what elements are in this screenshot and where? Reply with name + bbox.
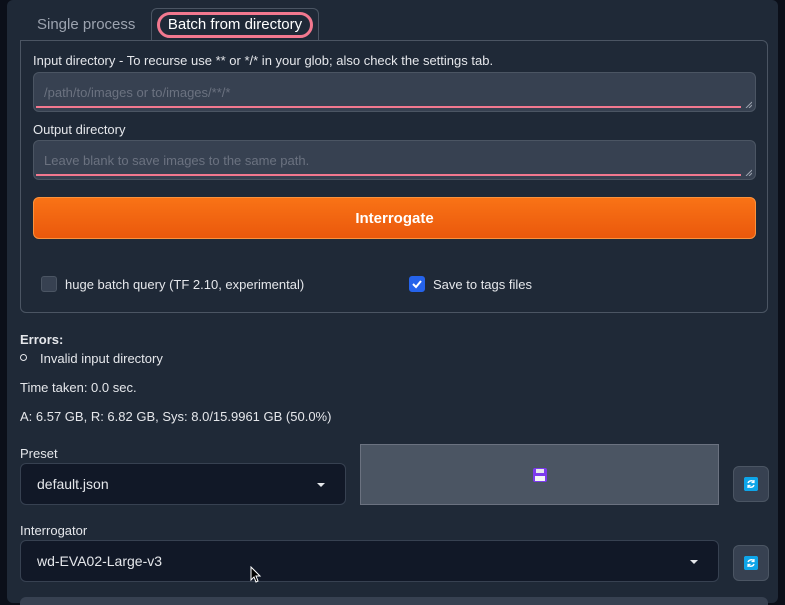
preset-label: Preset [20,446,58,461]
huge-batch-label: huge batch query (TF 2.10, experimental) [65,277,305,292]
resize-grip-icon[interactable] [744,168,752,176]
tab-batch-from-directory[interactable]: Batch from directory [151,8,319,40]
memory-usage: A: 6.57 GB, R: 6.82 GB, Sys: 8.0/15.9961… [20,409,332,424]
save-tags-checkbox[interactable] [409,276,425,292]
interrogate-button[interactable]: Interrogate [33,197,756,239]
input-directory-label: Input directory - To recurse use ** or *… [33,53,494,68]
refresh-icon [744,477,758,491]
mouse-cursor-icon [250,566,262,583]
next-section-edge [20,597,768,605]
tab-batch-label: Batch from directory [157,12,313,38]
save-preset-button[interactable] [360,444,719,505]
interrogator-dropdown[interactable]: wd-EVA02-Large-v3 [20,540,719,582]
interrogator-value: wd-EVA02-Large-v3 [37,553,163,569]
output-directory-underline [36,174,741,176]
input-directory-underline [36,106,741,108]
chevron-down-icon [690,560,698,564]
preset-dropdown[interactable]: default.json [20,463,346,505]
floppy-disk-icon [533,468,547,482]
preset-value: default.json [37,476,109,492]
errors-title: Errors: [20,332,64,347]
output-directory-label: Output directory [33,122,126,137]
input-directory-placeholder: /path/to/images or to/images/**/* [44,85,231,100]
time-taken: Time taken: 0.0 sec. [20,380,137,395]
refresh-icon [744,556,758,570]
save-tags-label: Save to tags files [433,277,532,292]
preset-refresh-button[interactable] [733,466,769,502]
interrogator-label: Interrogator [20,523,88,538]
error-item: Invalid input directory [40,351,163,366]
input-directory-field[interactable]: /path/to/images or to/images/**/* [33,72,756,112]
tab-single-process[interactable]: Single process [37,14,135,36]
checkmark-icon [412,280,422,289]
resize-grip-icon[interactable] [744,100,752,108]
bullet-icon [20,354,27,361]
chevron-down-icon [317,483,325,487]
output-directory-field[interactable]: Leave blank to save images to the same p… [33,140,756,180]
huge-batch-checkbox[interactable] [41,276,57,292]
output-directory-placeholder: Leave blank to save images to the same p… [44,153,310,168]
interrogator-refresh-button[interactable] [733,545,769,581]
